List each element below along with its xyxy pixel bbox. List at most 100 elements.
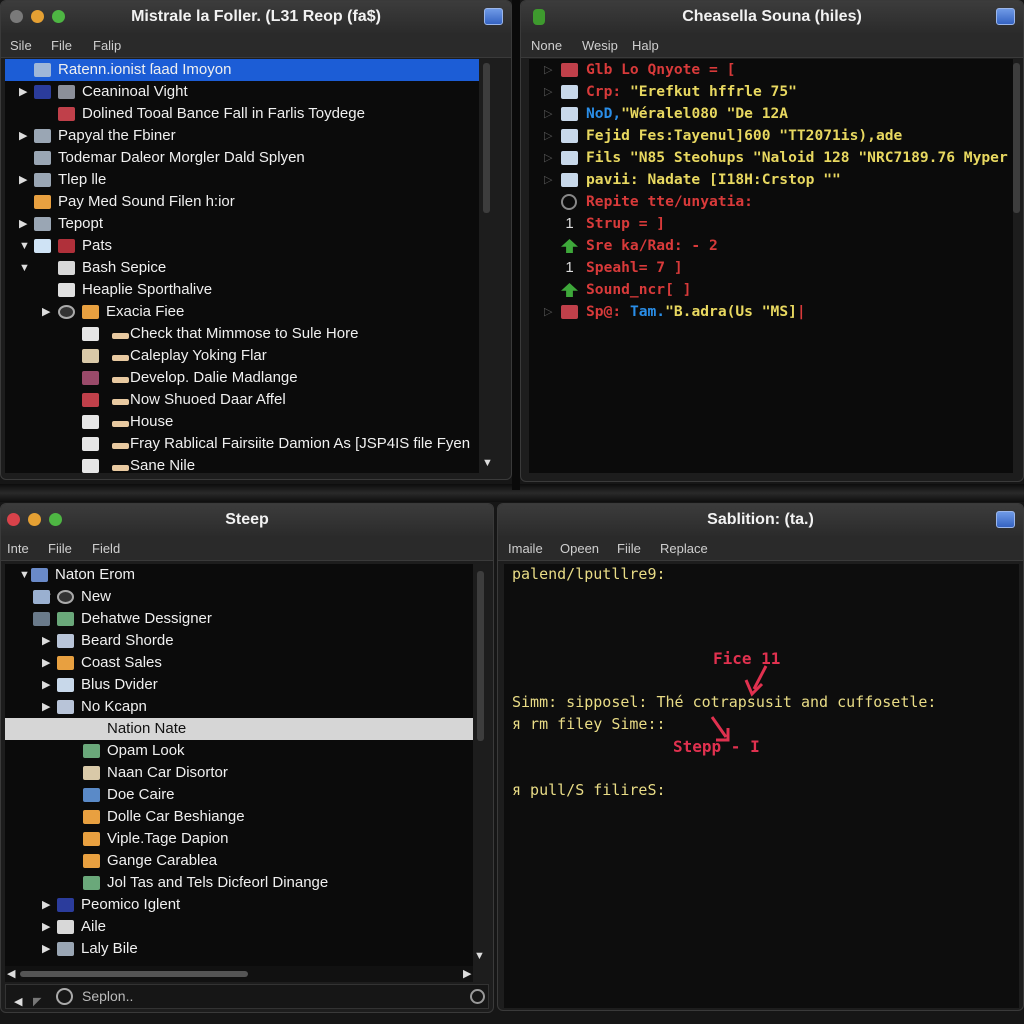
scroll-right-arrow[interactable]: ▶ [463,967,471,980]
folder-gray-icon [34,173,51,187]
tree-row[interactable]: ▶ Aile [5,916,473,938]
vertical-scrollbar[interactable] [1013,63,1020,213]
settings-icon[interactable] [470,989,485,1004]
minimize-button[interactable] [28,513,41,526]
menu-item[interactable]: Fiile [48,536,72,561]
expand-arrow-right-icon[interactable]: ▷ [544,169,552,191]
tree-row[interactable]: Sane Nile [5,455,479,473]
expand-arrow-right-icon[interactable]: ▷ [544,103,552,125]
tree-row[interactable]: ▶ Papyal the Fbiner [5,125,479,147]
tree-row[interactable]: ▼ Pats [5,235,479,257]
expand-arrow-right-icon[interactable]: ▶ [42,916,50,938]
menu-item[interactable]: Opeen [560,536,599,561]
expand-arrow-right-icon[interactable]: ▷ [544,81,552,103]
back-icon[interactable]: ◀ [14,991,22,1012]
tree-row[interactable]: Pay Med Sound Filen h:ior [5,191,479,213]
tree-row[interactable]: Caleplay Yoking Flar [5,345,479,367]
expand-arrow-right-icon[interactable]: ▶ [42,652,50,674]
calendar-icon [33,590,50,604]
tree-row[interactable]: Todemar Daleor Morgler Dald Splyen [5,147,479,169]
menu-item[interactable]: Halp [632,33,659,58]
tree-row[interactable]: Opam Look [5,740,473,762]
tree-row[interactable]: ▶ Coast Sales [5,652,473,674]
menu-item[interactable]: None [531,33,562,58]
menu-item[interactable]: Fiile [617,536,641,561]
vertical-scrollbar[interactable] [477,571,484,741]
window-action-button[interactable] [484,8,503,25]
menu-item[interactable]: Imaile [508,536,543,561]
maximize-button[interactable] [52,10,65,23]
disk-icon [58,85,75,99]
expand-arrow-right-icon[interactable]: ▷ [544,125,552,147]
horizontal-scrollbar[interactable]: ◀ ▶ [5,966,473,982]
one-icon: 1 [565,259,574,276]
tree-row[interactable]: ▶ Exacia Fiee [5,301,479,323]
tree-row[interactable]: ▶ Tepopt [5,213,479,235]
expand-arrow-right-icon[interactable]: ▶ [19,213,27,235]
menu-item[interactable]: Inte [7,536,29,561]
tree-row[interactable]: ▶ Peomico Iglent [5,894,473,916]
tree-row[interactable]: Check that Mimmose to Sule Hore [5,323,479,345]
scroll-left-arrow[interactable]: ◀ [7,967,15,980]
scroll-down-arrow[interactable]: ▼ [474,950,485,962]
scroll-down-arrow[interactable]: ▼ [482,457,493,469]
expand-arrow-right-icon[interactable]: ▶ [19,125,27,147]
tree-row[interactable]: ▶ No Kcapn [5,696,473,718]
menu-item[interactable]: Sile [10,33,32,58]
tree-row[interactable]: ▶ Ceaninoal Vight [5,81,479,103]
close-button[interactable] [7,513,20,526]
horizontal-scroll-thumb[interactable] [20,971,248,977]
expand-arrow-right-icon[interactable]: ▶ [42,630,50,652]
expand-arrow-right-icon[interactable]: ▶ [42,938,50,960]
menu-item[interactable]: Falip [93,33,121,58]
expand-arrow-right-icon[interactable]: ▷ [544,147,552,169]
tree-row[interactable]: House [5,411,479,433]
expand-arrow-down-icon[interactable]: ▼ [19,257,30,279]
expand-arrow-right-icon[interactable]: ▶ [42,301,50,323]
tree-row[interactable]: Dolined Tooal Bance Fall in Farlis Toyde… [5,103,479,125]
tree-row[interactable]: Naan Car Disortor [5,762,473,784]
tree-row[interactable]: ▼ Bash Sepice [5,257,479,279]
menu-item[interactable]: Replace [660,536,708,561]
tree-row[interactable]: ▶ Laly Bile [5,938,473,960]
tree-row[interactable]: Now Shuoed Daar Affel [5,389,479,411]
expand-arrow-right-icon[interactable]: ▶ [19,81,27,103]
tree-row[interactable]: ▶ Tlep lle [5,169,479,191]
forward-icon[interactable]: ◤ [33,991,41,1012]
expand-arrow-right-icon[interactable]: ▶ [42,674,50,696]
tree-row[interactable]: Gange Carablea [5,850,473,872]
tree-row[interactable]: Develop. Dalie Madlange [5,367,479,389]
expand-arrow-right-icon[interactable]: ▶ [19,169,27,191]
tree-row[interactable]: ▼ Naton Erom [5,564,473,586]
expand-arrow-right-icon[interactable]: ▶ [42,894,50,916]
menu-item[interactable]: Field [92,536,120,561]
tree-row[interactable]: Heaplie Sporthalive [5,279,479,301]
vertical-scrollbar[interactable] [483,63,490,213]
tree-row[interactable]: Jol Tas and Tels Dicfeorl Dinange [5,872,473,894]
expand-arrow-right-icon[interactable]: ▶ [42,696,50,718]
tree-row[interactable]: Ratenn.ionist ſaad Imoyon [5,59,479,81]
folder-orange-icon [57,656,74,670]
tree-row[interactable]: Nation Nate [5,718,473,740]
code-line: ▷ Sp@: Tam."B.adra(Us "MS]| [529,301,1013,323]
expand-arrow-right-icon[interactable]: ▷ [544,59,552,81]
tree-row[interactable]: ▶ Blus Dvider [5,674,473,696]
menu-item[interactable]: Wesip [582,33,618,58]
expand-arrow-right-icon[interactable]: ▷ [544,301,552,323]
menu-item[interactable]: File [51,33,72,58]
text-editor[interactable]: palend/lputllre9: Simm: sipposel: Thé co… [504,564,1019,1008]
expand-arrow-down-icon[interactable]: ▼ [19,564,30,586]
tree-row[interactable]: ▼New [5,586,473,608]
tree-row[interactable]: Dehatwe Dessigner [5,608,473,630]
window-action-button[interactable] [996,511,1015,528]
tree-row[interactable]: Dolle Car Beshiange [5,806,473,828]
tree-row[interactable]: Viple.Tage Dapion [5,828,473,850]
minimize-button[interactable] [31,10,44,23]
tree-row[interactable]: Doe Caire [5,784,473,806]
close-button[interactable] [10,10,23,23]
tree-row[interactable]: Fray Rablical Fairsiite Damion As [JSP4I… [5,433,479,455]
tree-row[interactable]: ▶ Beard Shorde [5,630,473,652]
maximize-button[interactable] [49,513,62,526]
window-action-button[interactable] [996,8,1015,25]
expand-arrow-down-icon[interactable]: ▼ [19,235,30,257]
